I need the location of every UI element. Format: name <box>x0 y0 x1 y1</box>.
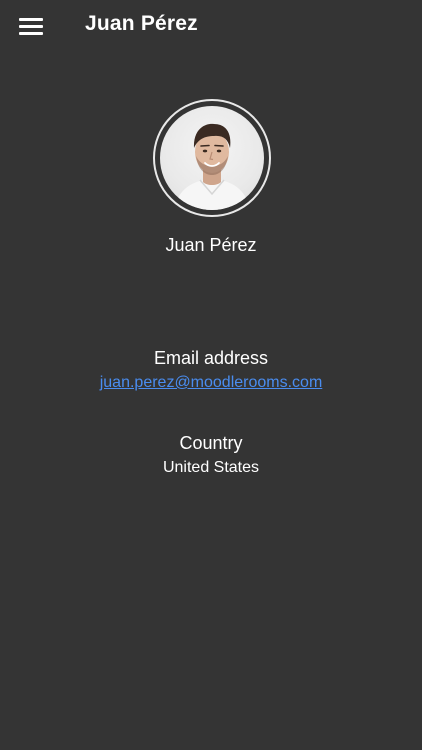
email-label: Email address <box>153 348 269 368</box>
hamburger-menu-icon[interactable] <box>13 10 49 42</box>
profile-full-name: Juan Pérez <box>165 235 257 255</box>
avatar-frame <box>153 99 271 217</box>
user-avatar-image <box>174 123 250 210</box>
top-app-bar: Juan Pérez <box>0 0 422 52</box>
page-title: Juan Pérez <box>85 12 198 35</box>
email-link[interactable]: juan.perez@moodlerooms.com <box>100 374 323 391</box>
menu-line <box>19 18 43 21</box>
avatar[interactable] <box>160 106 264 210</box>
country-value: United States <box>162 459 260 476</box>
email-value-row: juan.perez@moodlerooms.com <box>0 374 422 392</box>
menu-line <box>19 25 43 28</box>
menu-line <box>19 32 43 35</box>
country-label: Country <box>179 433 243 453</box>
